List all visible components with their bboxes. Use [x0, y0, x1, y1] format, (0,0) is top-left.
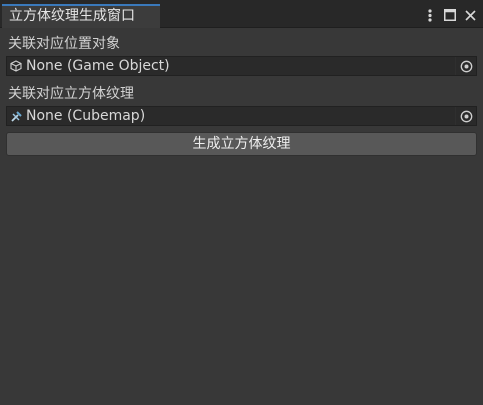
- target-object-field[interactable]: None (Game Object): [6, 56, 477, 76]
- kebab-icon[interactable]: [423, 7, 437, 23]
- cubemap-icon: [9, 109, 23, 123]
- object-picker-icon[interactable]: [455, 107, 476, 125]
- target-object-value: None (Game Object): [26, 58, 170, 74]
- cubemap-label: 关联对应立方体纹理: [8, 86, 134, 102]
- tab-bar: 立方体纹理生成窗口: [0, 0, 483, 28]
- cubemap-field[interactable]: None (Cubemap): [6, 106, 477, 126]
- generate-cubemap-button[interactable]: 生成立方体纹理: [6, 132, 477, 156]
- target-object-label: 关联对应位置对象: [8, 36, 120, 52]
- editor-window: 立方体纹理生成窗口 关联对应位置对象 None (Game Object) 关联…: [0, 0, 483, 405]
- tab-title: 立方体纹理生成窗口: [9, 8, 135, 24]
- tab-cubemap-generator[interactable]: 立方体纹理生成窗口: [2, 4, 160, 28]
- window-controls: [423, 6, 477, 24]
- cubemap-value: None (Cubemap): [26, 108, 146, 124]
- maximize-icon[interactable]: [443, 7, 457, 23]
- object-picker-icon[interactable]: [455, 57, 476, 75]
- cube-icon: [9, 59, 23, 73]
- window-content: 关联对应位置对象 None (Game Object) 关联对应立方体纹理 No…: [0, 28, 483, 405]
- close-icon[interactable]: [463, 7, 477, 23]
